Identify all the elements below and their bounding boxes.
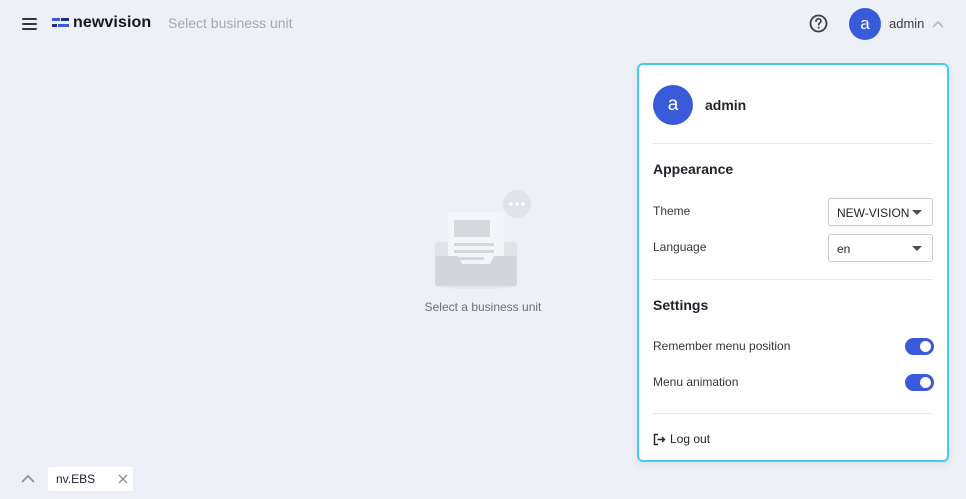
logout-button[interactable]: Log out [653, 432, 710, 446]
theme-select-value: NEW-VISION [837, 206, 910, 220]
logo-text: newvision [73, 14, 152, 31]
caret-down-icon [912, 246, 922, 251]
empty-state: Select a business unit [400, 190, 566, 314]
divider [653, 413, 933, 414]
remember-menu-toggle[interactable] [905, 338, 934, 355]
user-panel: a admin Appearance Theme NEW-VISION Lang… [637, 63, 949, 462]
user-name: admin [889, 16, 925, 31]
menu-animation-label: Menu animation [653, 375, 739, 389]
empty-inbox-illustration [435, 190, 531, 289]
theme-label: Theme [653, 204, 691, 218]
language-label: Language [653, 240, 707, 254]
language-select-value: en [837, 242, 851, 256]
chevron-up-icon [932, 20, 944, 28]
help-icon[interactable] [809, 14, 828, 33]
panel-user-name: admin [705, 97, 747, 113]
hamburger-menu-icon[interactable] [22, 16, 38, 30]
business-unit-tag[interactable]: nv.EBS [48, 467, 133, 491]
avatar: a [849, 7, 881, 40]
logout-icon [653, 433, 666, 445]
chevron-up-icon[interactable] [21, 474, 35, 483]
business-unit-selector[interactable]: Select business unit [168, 15, 293, 31]
empty-state-message: Select a business unit [424, 300, 542, 314]
settings-title: Settings [653, 297, 709, 313]
close-icon[interactable] [118, 474, 128, 484]
toggle-knob [920, 341, 931, 352]
top-bar: newvision Select business unit a admin [0, 0, 966, 48]
logout-label: Log out [670, 432, 711, 446]
caret-down-icon [912, 210, 922, 215]
logo: newvision [52, 11, 151, 35]
divider [653, 279, 933, 280]
appearance-title: Appearance [653, 161, 734, 177]
remember-menu-label: Remember menu position [653, 339, 791, 353]
divider [653, 143, 933, 144]
theme-select[interactable]: NEW-VISION [828, 198, 933, 226]
toggle-knob [920, 377, 931, 388]
menu-animation-toggle[interactable] [905, 374, 934, 391]
language-select[interactable]: en [828, 234, 933, 262]
panel-avatar: a [653, 85, 693, 125]
user-menu-button[interactable]: a admin [849, 7, 944, 40]
panel-user-header: a admin [653, 85, 746, 125]
business-unit-tag-label: nv.EBS [56, 472, 96, 486]
logo-mark-icon [52, 18, 69, 27]
